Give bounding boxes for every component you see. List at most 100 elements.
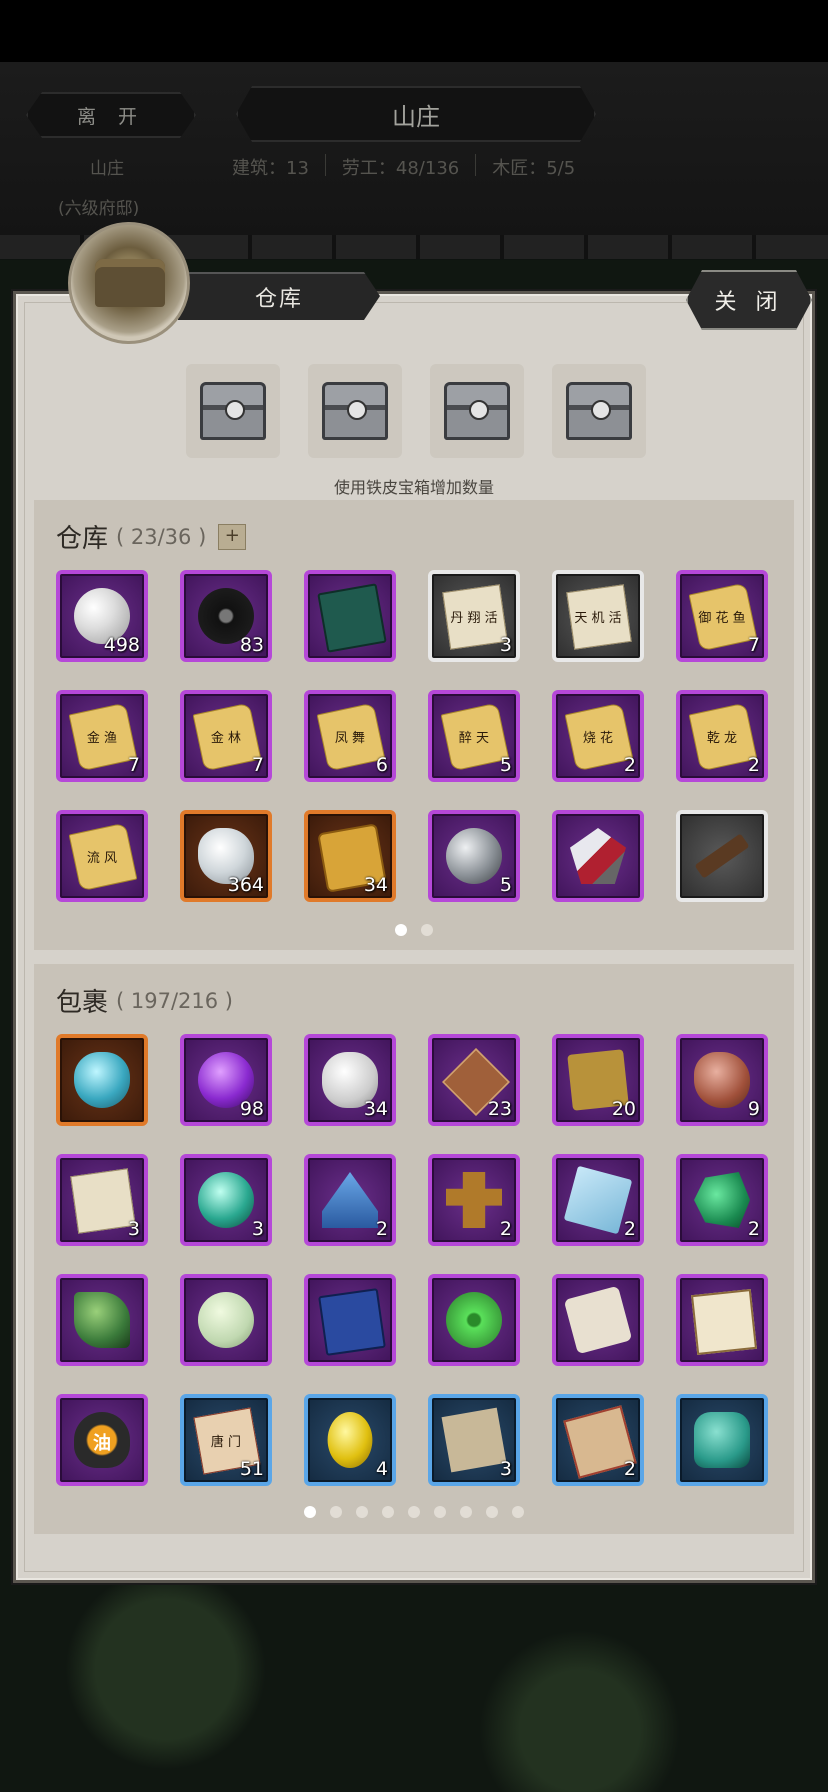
- item-count: 7: [127, 754, 140, 776]
- warehouse-grid: 498 83 丹 翔 活3 天 机 活 御 花 鱼7 金 渔 7 金 林7 凤 舞 6 醉 天5 烧 …: [56, 570, 768, 902]
- chest-slot[interactable]: [186, 364, 280, 458]
- green-book-icon: [317, 583, 387, 653]
- page-dot[interactable]: [512, 1506, 524, 1518]
- wooden-stick-icon: [694, 833, 750, 879]
- item-slot[interactable]: [676, 1394, 768, 1486]
- item-slot[interactable]: 3: [56, 1154, 148, 1246]
- location-level: (六级府邸): [58, 199, 140, 219]
- item-slot[interactable]: [552, 810, 644, 902]
- item-count: 3: [127, 1218, 140, 1240]
- bag-title: 包裹: [56, 988, 109, 1018]
- chest-slot[interactable]: [308, 364, 402, 458]
- iron-chest-icon: [200, 382, 266, 440]
- item-slot[interactable]: 油: [56, 1394, 148, 1486]
- item-slot[interactable]: [56, 1034, 148, 1126]
- puppet-icon: [446, 1172, 502, 1228]
- item-slot[interactable]: [552, 1274, 644, 1366]
- page-dot[interactable]: [304, 1506, 316, 1518]
- warehouse-pagination: [34, 924, 794, 936]
- item-slot[interactable]: 498: [56, 570, 148, 662]
- item-slot[interactable]: [428, 1274, 520, 1366]
- item-count: 5: [499, 754, 512, 776]
- item-slot[interactable]: 丹 翔 活3: [428, 570, 520, 662]
- gold-egg-icon: [327, 1412, 373, 1468]
- item-slot[interactable]: 34: [304, 1034, 396, 1126]
- item-slot[interactable]: 金 渔 7: [56, 690, 148, 782]
- jade-tablet-icon: [694, 1412, 750, 1468]
- close-button[interactable]: 关 闭: [686, 270, 812, 330]
- old-paper-icon: [441, 1407, 507, 1473]
- item-slot[interactable]: 金 林 7: [180, 690, 272, 782]
- item-slot[interactable]: 5: [428, 810, 520, 902]
- chest-slot[interactable]: [552, 364, 646, 458]
- item-slot[interactable]: 2: [552, 1154, 644, 1246]
- item-icon-text: 凤 舞: [334, 731, 366, 746]
- item-count: 20: [611, 1098, 636, 1120]
- item-slot[interactable]: 364: [180, 810, 272, 902]
- item-icon-text: 流 风: [86, 851, 118, 866]
- page-dot[interactable]: [330, 1506, 342, 1518]
- green-leaf-stone-icon: [74, 1292, 130, 1348]
- item-count: 6: [375, 754, 388, 776]
- item-slot[interactable]: [304, 1274, 396, 1366]
- item-slot[interactable]: 凤 舞 6: [304, 690, 396, 782]
- page-dot[interactable]: [356, 1506, 368, 1518]
- item-count: 9: [747, 1098, 760, 1120]
- item-slot[interactable]: 98: [180, 1034, 272, 1126]
- item-slot[interactable]: [180, 1274, 272, 1366]
- item-slot[interactable]: 2: [676, 1154, 768, 1246]
- item-slot[interactable]: 2: [552, 1394, 644, 1486]
- item-icon-text: 天 机 活: [574, 611, 622, 626]
- item-slot[interactable]: 3: [180, 1154, 272, 1246]
- item-slot[interactable]: 4: [304, 1394, 396, 1486]
- chest-slot[interactable]: [430, 364, 524, 458]
- item-slot[interactable]: 34: [304, 810, 396, 902]
- item-slot[interactable]: 2: [304, 1154, 396, 1246]
- warehouse-title: 仓库: [56, 524, 109, 554]
- page-dot[interactable]: [434, 1506, 446, 1518]
- item-slot[interactable]: 9: [676, 1034, 768, 1126]
- blue-book-icon: [318, 1288, 386, 1356]
- leave-button[interactable]: 离 开: [26, 92, 196, 138]
- stat-carpenters: 木匠：5/5: [492, 158, 576, 179]
- item-slot[interactable]: 23: [428, 1034, 520, 1126]
- page-dot[interactable]: [382, 1506, 394, 1518]
- item-slot[interactable]: 20: [552, 1034, 644, 1126]
- page-dot[interactable]: [395, 924, 407, 936]
- item-slot[interactable]: 唐 门 51: [180, 1394, 272, 1486]
- item-count: 3: [499, 1458, 512, 1480]
- item-icon-text: 丹 翔 活: [450, 611, 498, 626]
- item-slot[interactable]: 83: [180, 570, 272, 662]
- page-dot[interactable]: [408, 1506, 420, 1518]
- item-count: 5: [499, 874, 512, 896]
- item-slot[interactable]: [676, 1274, 768, 1366]
- bag-section: 包裹 ( 197/216 ) 98 34 23 20 9 3 3 2 2 2 2 油 唐 门 51 4 3 2: [34, 964, 794, 1534]
- page-dot[interactable]: [460, 1506, 472, 1518]
- item-slot[interactable]: 流 风: [56, 810, 148, 902]
- building-icon: [68, 222, 190, 344]
- item-count: 34: [363, 1098, 388, 1120]
- paper-roll-icon: [563, 1285, 633, 1355]
- item-slot[interactable]: 御 花 鱼7: [676, 570, 768, 662]
- page-dot[interactable]: [486, 1506, 498, 1518]
- item-slot[interactable]: 天 机 活: [552, 570, 644, 662]
- item-count: 2: [747, 754, 760, 776]
- item-icon-text: 油: [93, 1433, 111, 1454]
- item-slot[interactable]: 烧 花 2: [552, 690, 644, 782]
- item-slot[interactable]: 2: [428, 1154, 520, 1246]
- item-slot[interactable]: [676, 810, 768, 902]
- item-icon-text: 烧 花: [582, 731, 614, 746]
- chest-slots: [186, 364, 646, 458]
- bag-capacity: ( 197/216 ): [116, 988, 233, 1013]
- item-slot[interactable]: [304, 570, 396, 662]
- ice-crystal-icon: [563, 1165, 633, 1235]
- item-slot[interactable]: 3: [428, 1394, 520, 1486]
- dialog-tab-title: 仓库: [178, 272, 380, 320]
- item-slot[interactable]: 醉 天 5: [428, 690, 520, 782]
- expand-warehouse-button[interactable]: +: [218, 523, 247, 550]
- page-dot[interactable]: [421, 924, 433, 936]
- item-slot[interactable]: [56, 1274, 148, 1366]
- item-count: 83: [239, 634, 264, 656]
- item-icon-text: 金 渔: [86, 731, 118, 746]
- item-slot[interactable]: 乾 龙 2: [676, 690, 768, 782]
